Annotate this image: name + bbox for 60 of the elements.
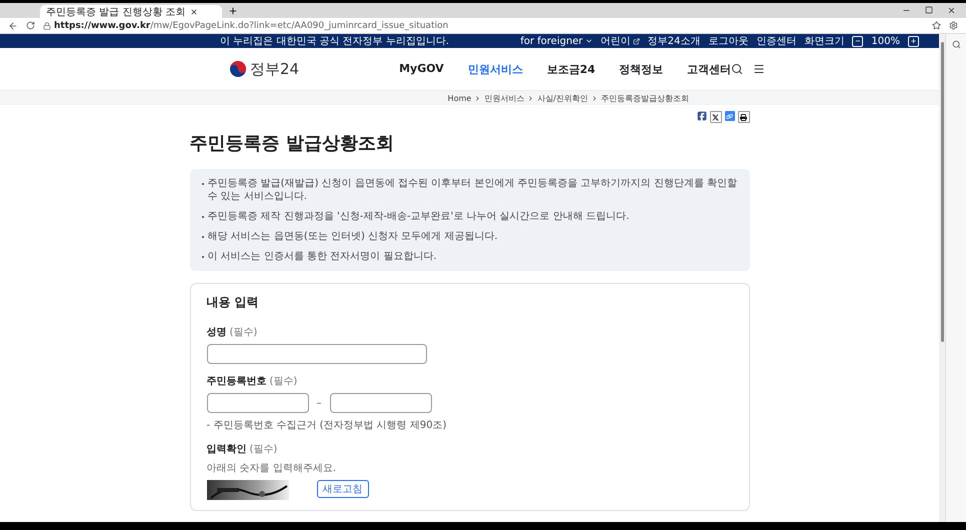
hint-text: 아래의 숫자를 입력해주세요. [206,462,338,475]
maximize-icon[interactable] [925,6,933,14]
logo-icon [230,61,246,77]
breadcrumb-link[interactable]: 주민등록증발급상황조회 [601,92,689,104]
back-icon[interactable] [8,20,18,30]
refresh-button[interactable]: 새로고침 [316,480,368,498]
field-label: 성명 (필수) [206,326,258,339]
zoom-out-button[interactable]: − [852,36,864,46]
name-field[interactable] [206,344,426,364]
zoom-in-button[interactable]: + [908,36,919,46]
note-text: - 주민등록번호 수집근거 (전자정부법 시행령 제90조) [206,419,448,432]
refresh-icon[interactable] [26,21,35,30]
lock-icon [43,22,51,30]
menu-icon[interactable] [753,63,766,75]
nav-link[interactable]: 보조금24 [546,62,596,76]
notice-text: 주민등록증 발급(재발급) 신청이 읍면동에 접수된 이후부터 본인에게 주민등록증을 고부하기까지의 진행단계를 확인할 수 있는 서비스입니다. [208,177,738,203]
nav-link[interactable]: MyGOV [399,62,444,76]
notice-text: 주민등록증 제작 진행과정을 '신청-제작-배송-교부완료'로 나누어 실시간으로 안내해 드립니다. [208,210,630,223]
utility-link[interactable]: for foreigner [520,36,593,46]
print-icon[interactable] [738,111,750,123]
breadcrumb-link[interactable]: 사실/진위확인 [537,92,588,104]
tab-title: 주민등록증 발급 진행상황 조회 [46,6,186,18]
search-icon[interactable] [731,63,744,75]
new-tab-icon[interactable] [228,6,238,16]
separator: – [316,398,322,408]
utility-link[interactable]: 로그아웃 [708,34,748,48]
link-icon[interactable] [724,111,734,121]
zoom-value: 100% [871,36,900,46]
logo-text: 정부24 [250,60,300,78]
chevron-down-icon [584,37,593,45]
external-link-icon [632,38,640,44]
field-label: 입력확인 (필수) [206,443,278,456]
nav-link[interactable]: 정책정보 [619,62,664,76]
utility-link[interactable]: 인증센터 [756,34,796,48]
close-icon[interactable] [190,8,198,16]
zoom-label: 화면크기 [804,35,844,48]
close-icon[interactable] [947,6,956,15]
breadcrumb-link[interactable]: 민원서비스 [484,92,524,104]
banner-text: 이 누리집은 대한민국 공식 전자정부 누리집입니다. [220,35,450,48]
search-icon[interactable] [952,40,960,49]
utility-link[interactable]: 정부24소개 [648,34,700,48]
form-heading: 내용 입력 [206,294,260,311]
page-title: 주민등록증 발급상황조회 [190,132,395,155]
breadcrumb-link[interactable]: Home [448,94,472,102]
x-icon[interactable] [710,111,722,123]
field-label: 주민등록번호 (필수) [206,375,298,388]
favorite-icon[interactable] [932,21,941,30]
chevron-icon [474,94,482,102]
facebook-icon[interactable] [696,111,706,121]
utility-link[interactable]: 어린이 [600,34,640,48]
rrn-back-field[interactable] [330,393,432,413]
notice-text: 이 서비스는 인증서를 통한 전자서명이 필요합니다. [208,250,437,263]
nav-link[interactable]: 고객센터 [687,62,732,76]
nav-link[interactable]: 민원서비스 [468,62,523,76]
rrn-front-field[interactable] [206,393,308,413]
notice-text: 해당 서비스는 읍면동(또는 인터넷) 신청자 모두에게 제공됩니다. [208,230,498,243]
chevron-icon [591,94,598,102]
chevron-icon [527,94,534,102]
browser-tab[interactable]: 주민등록증 발급 진행상황 조회 [40,5,222,18]
settings-icon[interactable] [949,21,958,30]
